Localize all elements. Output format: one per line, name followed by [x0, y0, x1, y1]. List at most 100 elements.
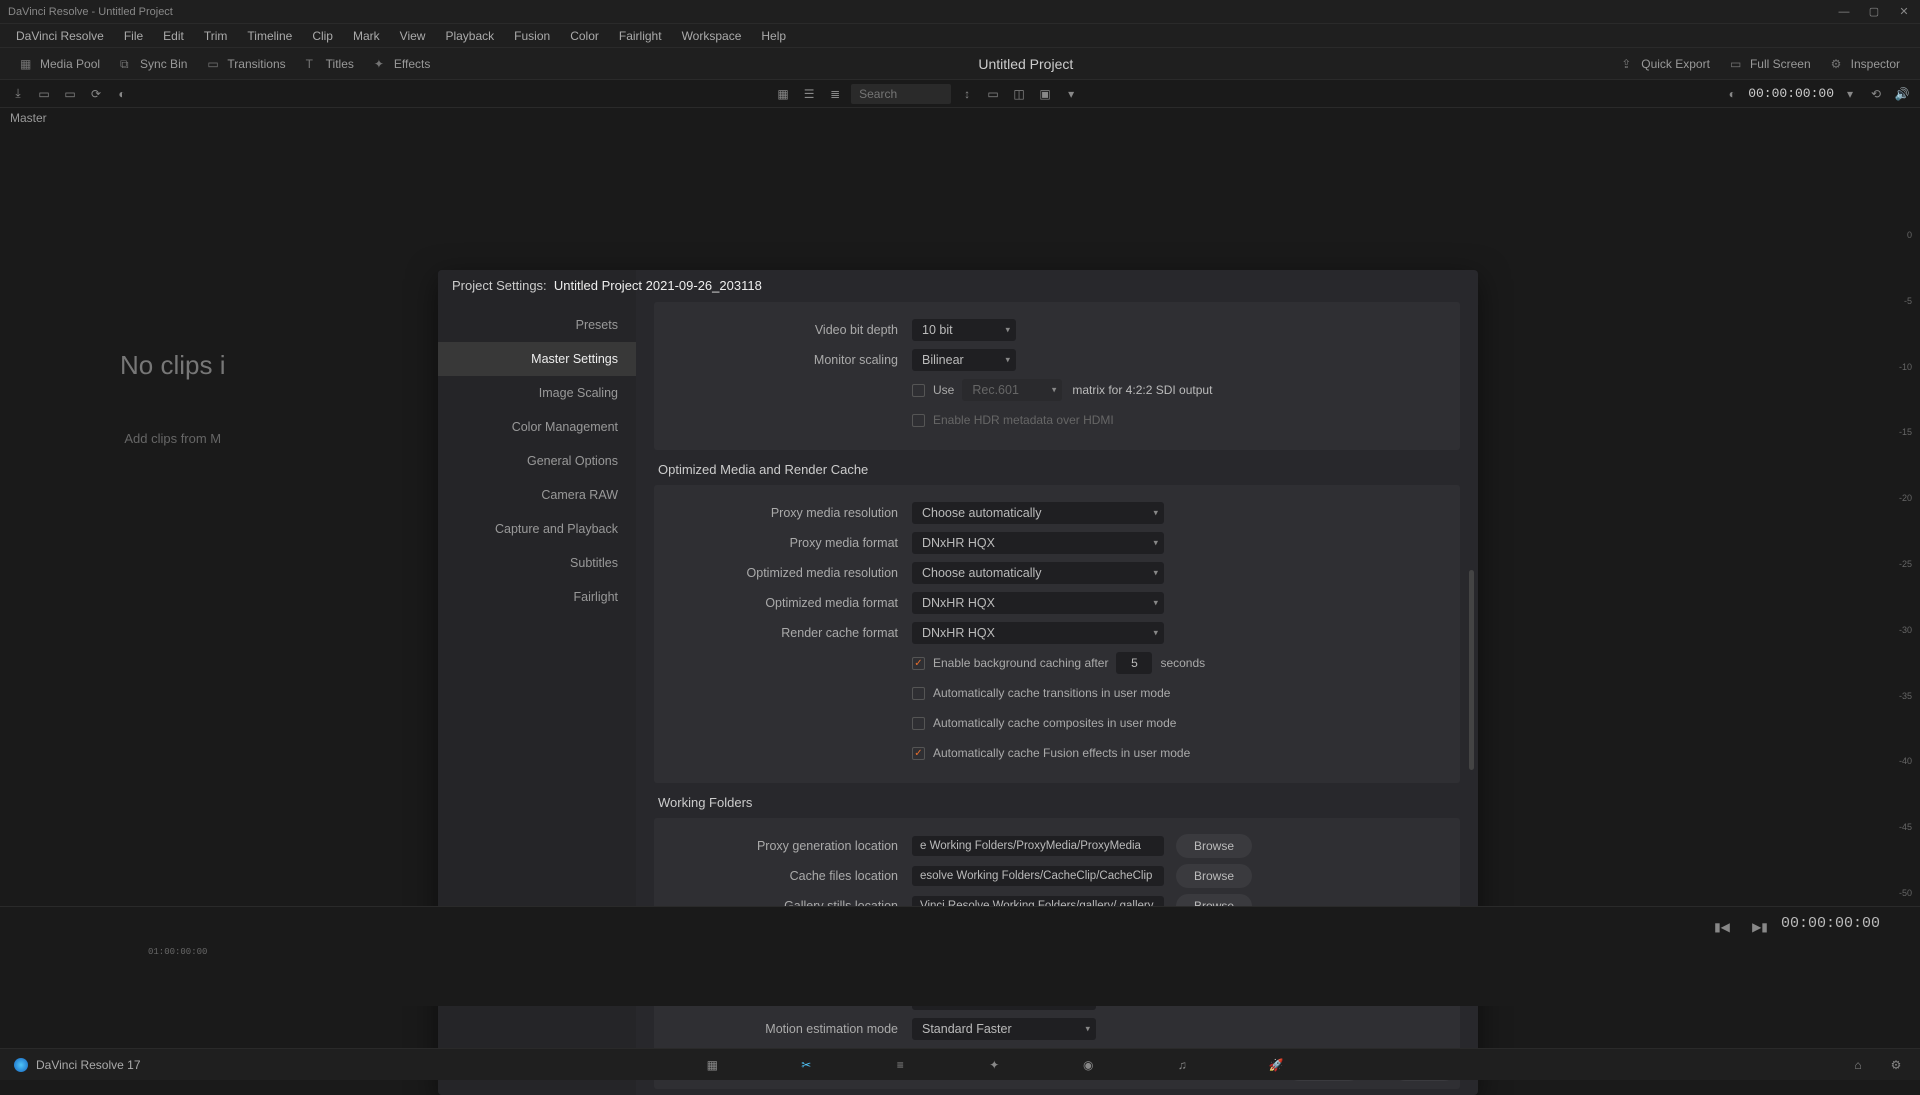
cache-loc-input[interactable] — [912, 866, 1164, 886]
tab-capture-playback[interactable]: Capture and Playback — [438, 512, 636, 546]
inspector-button[interactable]: ⚙Inspector — [1821, 53, 1910, 75]
timeline-timecode: 01:00:00:00 — [148, 947, 207, 957]
titles-icon: T — [306, 57, 320, 71]
auto-trans-checkbox[interactable] — [912, 687, 925, 700]
auto-comp-checkbox[interactable] — [912, 717, 925, 730]
chevron-down-icon: ▾ — [1153, 598, 1158, 609]
tab-general-options[interactable]: General Options — [438, 444, 636, 478]
page-fusion-icon[interactable]: ✦ — [981, 1052, 1007, 1078]
page-cut-icon[interactable]: ✂ — [793, 1052, 819, 1078]
proxy-browse-button[interactable]: Browse — [1176, 834, 1252, 858]
timecode-display[interactable]: 00:00:00:00 — [1748, 86, 1834, 101]
tab-fairlight[interactable]: Fairlight — [438, 580, 636, 614]
menu-file[interactable]: File — [114, 26, 153, 46]
transitions-button[interactable]: ▭Transitions — [197, 53, 295, 75]
loop-icon[interactable]: ⟲ — [1866, 84, 1886, 104]
monitor-panel: Video bit depth 10 bit▾ Monitor scaling … — [654, 302, 1460, 450]
menu-view[interactable]: View — [390, 26, 436, 46]
opt-fmt-select[interactable]: DNxHR HQX▾ — [912, 592, 1164, 614]
menu-timeline[interactable]: Timeline — [237, 26, 302, 46]
in-out-icon[interactable]: ▾ — [1840, 84, 1860, 104]
menu-help[interactable]: Help — [751, 26, 796, 46]
video-bit-depth-select[interactable]: 10 bit▾ — [912, 319, 1016, 341]
tab-subtitles[interactable]: Subtitles — [438, 546, 636, 580]
menu-edit[interactable]: Edit — [153, 26, 194, 46]
new-bin-icon[interactable]: ▭ — [34, 84, 54, 104]
bgcache-checkbox[interactable]: ✓ — [912, 657, 925, 670]
chevron-down-icon: ▾ — [1153, 508, 1158, 519]
menu-fusion[interactable]: Fusion — [504, 26, 560, 46]
menu-clip[interactable]: Clip — [302, 26, 343, 46]
maximize-icon[interactable]: ▢ — [1866, 4, 1882, 20]
auto-fusion-label: Automatically cache Fusion effects in us… — [933, 746, 1190, 760]
opt-res-select[interactable]: Choose automatically▾ — [912, 562, 1164, 584]
proxy-res-select[interactable]: Choose automatically▾ — [912, 502, 1164, 524]
menu-playback[interactable]: Playback — [435, 26, 504, 46]
motion-select[interactable]: Standard Faster▾ — [912, 1018, 1096, 1040]
breadcrumb[interactable]: Master — [0, 108, 1920, 130]
new-timeline-icon[interactable]: ▭ — [60, 84, 80, 104]
proxy-fmt-select[interactable]: DNxHR HQX▾ — [912, 532, 1164, 554]
auto-fusion-checkbox[interactable]: ✓ — [912, 747, 925, 760]
search-input[interactable] — [851, 84, 951, 104]
prev-frame-icon[interactable]: ▮◀ — [1712, 917, 1732, 937]
tab-color-management[interactable]: Color Management — [438, 410, 636, 444]
monitor-scaling-select[interactable]: Bilinear▾ — [912, 349, 1016, 371]
viewer-timecode[interactable]: 00:00:00:00 — [1781, 915, 1880, 932]
cache-browse-button[interactable]: Browse — [1176, 864, 1252, 888]
motion-label: Motion estimation mode — [668, 1022, 912, 1036]
page-media-icon[interactable]: ▦ — [699, 1052, 725, 1078]
next-frame-icon[interactable]: ▶▮ — [1750, 917, 1770, 937]
view-strip-icon[interactable]: ≣ — [825, 84, 845, 104]
quick-export-button[interactable]: ⇪Quick Export — [1611, 53, 1720, 75]
use-matrix-checkbox[interactable] — [912, 384, 925, 397]
sort-icon[interactable]: ↕ — [957, 84, 977, 104]
select-value: Rec.601 — [972, 383, 1019, 397]
view-list-icon[interactable]: ☰ — [799, 84, 819, 104]
db-mark: -30 — [1890, 625, 1916, 635]
minimize-icon[interactable]: — — [1836, 4, 1852, 20]
page-color-icon[interactable]: ◉ — [1075, 1052, 1101, 1078]
menu-davinci[interactable]: DaVinci Resolve — [6, 26, 114, 46]
bgcache-seconds-input[interactable] — [1116, 652, 1152, 674]
chevron-down-icon: ▾ — [1005, 355, 1010, 366]
home-icon[interactable]: ⌂ — [1848, 1055, 1868, 1075]
menu-trim[interactable]: Trim — [194, 26, 238, 46]
view-thumb-icon[interactable]: ▦ — [773, 84, 793, 104]
tab-master-settings[interactable]: Master Settings — [438, 342, 636, 376]
viewer-single-icon[interactable]: ▭ — [983, 84, 1003, 104]
sync-bin-button[interactable]: ⧉Sync Bin — [110, 53, 197, 75]
close-icon[interactable]: ✕ — [1896, 4, 1912, 20]
hdr-checkbox[interactable] — [912, 414, 925, 427]
viewer-dual-icon[interactable]: ◫ — [1009, 84, 1029, 104]
tab-camera-raw[interactable]: Camera RAW — [438, 478, 636, 512]
tab-presets[interactable]: Presets — [438, 308, 636, 342]
bypass-icon[interactable]: ◐ — [1722, 84, 1742, 104]
page-deliver-icon[interactable]: 🚀 — [1263, 1052, 1289, 1078]
viewer-mode-icon[interactable]: ▾ — [1061, 84, 1081, 104]
tool-icon[interactable]: ◐ — [112, 84, 132, 104]
import-icon[interactable]: ⤓ — [8, 84, 28, 104]
volume-icon[interactable]: 🔊 — [1892, 84, 1912, 104]
full-screen-button[interactable]: ▭Full Screen — [1720, 53, 1821, 75]
menubar: DaVinci Resolve File Edit Trim Timeline … — [0, 24, 1920, 48]
effects-button[interactable]: ✦Effects — [364, 53, 440, 75]
inspector-icon: ⚙ — [1831, 57, 1845, 71]
menu-fairlight[interactable]: Fairlight — [609, 26, 672, 46]
app-name: DaVinci Resolve 17 — [36, 1058, 141, 1072]
page-edit-icon[interactable]: ≡ — [887, 1052, 913, 1078]
menu-workspace[interactable]: Workspace — [672, 26, 752, 46]
proxy-loc-input[interactable] — [912, 836, 1164, 856]
settings-gear-icon[interactable]: ⚙ — [1886, 1055, 1906, 1075]
media-pool-button[interactable]: ▦Media Pool — [10, 53, 110, 75]
content-scrollbar[interactable] — [1469, 570, 1474, 770]
refresh-icon[interactable]: ⟳ — [86, 84, 106, 104]
page-fairlight-icon[interactable]: ♫ — [1169, 1052, 1195, 1078]
tab-image-scaling[interactable]: Image Scaling — [438, 376, 636, 410]
titles-button[interactable]: TTitles — [296, 53, 364, 75]
menu-color[interactable]: Color — [560, 26, 609, 46]
db-mark: -45 — [1890, 822, 1916, 832]
viewer-cinema-icon[interactable]: ▣ — [1035, 84, 1055, 104]
cache-fmt-select[interactable]: DNxHR HQX▾ — [912, 622, 1164, 644]
menu-mark[interactable]: Mark — [343, 26, 390, 46]
